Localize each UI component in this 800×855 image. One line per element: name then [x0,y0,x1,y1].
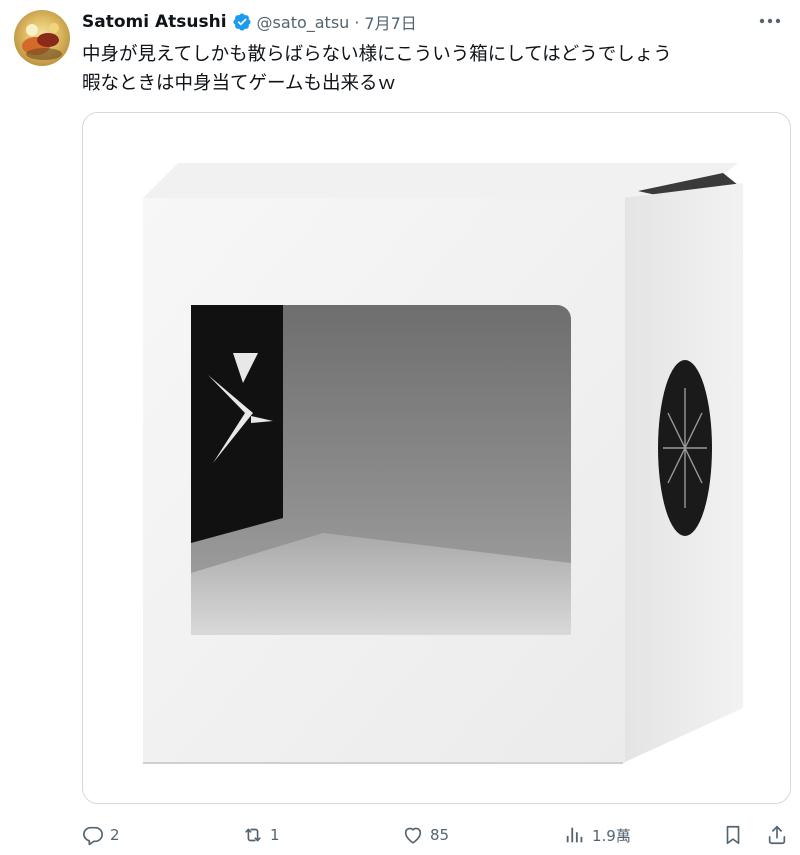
bookmark-button[interactable] [722,820,744,850]
like-button[interactable]: 85 [402,820,449,850]
box-photo [83,113,790,803]
handle[interactable]: @sato_atsu [257,13,350,32]
reply-count: 2 [110,826,120,844]
heart-icon [404,827,422,844]
retweet-button[interactable]: 1 [242,820,280,850]
views-button[interactable]: 1.9萬 [564,820,631,850]
tweet-text-line: 中身が見えてしかも散らばらない様にこういう箱にしてはどうでしょう [82,44,672,65]
view-count: 1.9萬 [592,826,631,845]
more-icon [759,18,781,24]
tweet-text-line: 暇なときは中身当てゲームも出来るｗ [82,73,396,94]
views-icon [566,827,583,843]
tweet-text: 中身が見えてしかも散らばらない様にこういう箱にしてはどうでしょう 暇なときは中身… [82,40,782,98]
display-name[interactable]: Satomi Atsushi [82,12,227,32]
tweet-header: Satomi Atsushi @sato_atsu · 7月7日 [82,10,417,34]
bookmark-icon [726,825,740,845]
share-button[interactable] [766,820,788,850]
separator: · [354,12,360,32]
retweet-icon [245,828,261,842]
retweet-count: 1 [270,826,280,844]
like-count: 85 [430,826,450,844]
reply-button[interactable]: 2 [82,820,120,850]
more-button[interactable] [756,10,784,32]
share-icon [768,825,786,845]
avatar[interactable] [14,10,70,66]
tweet-actions: 2 1 85 1.9萬 [82,820,790,850]
reply-icon [83,826,103,846]
verified-badge-icon [232,12,252,32]
tweet-date[interactable]: 7月7日 [364,10,416,34]
tweet-media[interactable] [82,112,791,804]
